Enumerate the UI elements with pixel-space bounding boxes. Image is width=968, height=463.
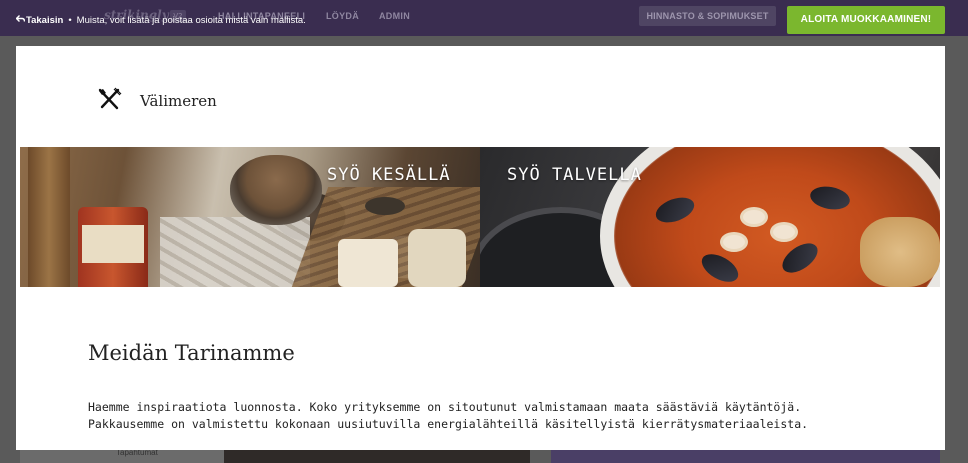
paper-image xyxy=(160,217,310,287)
back-arrow-icon[interactable] xyxy=(15,15,26,26)
background-image-middle xyxy=(224,450,530,463)
story-line: Pakkausemme on valmistettu kokonaan uusi… xyxy=(88,417,809,431)
notice-message: Muista, voit lisätä ja poistaa osioita m… xyxy=(76,15,306,26)
back-link[interactable]: Takaisin xyxy=(26,15,63,26)
cheese-image xyxy=(408,229,466,287)
story-line: Haemme inspiraatiota luonnosta. Koko yri… xyxy=(88,400,802,414)
site-brand[interactable]: Välimeren xyxy=(96,86,217,116)
jar-label-image xyxy=(82,225,144,263)
nav-discover[interactable]: LÖYDÄ xyxy=(326,11,359,21)
story-text: Haemme inspiraatiota luonnosta. Koko yri… xyxy=(88,399,908,433)
background-section-right xyxy=(551,450,940,463)
nav-admin[interactable]: ADMIN xyxy=(379,11,410,21)
story-title: Meidän Tarinamme xyxy=(88,341,295,365)
summer-image[interactable]: SYÖ KESÄLLÄ xyxy=(20,147,480,287)
separator-dot: • xyxy=(68,15,72,26)
site-name: Välimeren xyxy=(140,92,217,110)
squid-image xyxy=(720,232,748,252)
bowl-image xyxy=(230,155,322,225)
squid-image xyxy=(770,222,798,242)
template-preview: Välimeren SYÖ KESÄLLÄ SYÖ TALVELLA Meidä… xyxy=(16,46,945,450)
hero-gallery: SYÖ KESÄLLÄ SYÖ TALVELLA xyxy=(20,147,940,287)
pricing-button[interactable]: HINNASTO & SOPIMUKSET xyxy=(639,6,776,26)
summer-caption: SYÖ KESÄLLÄ xyxy=(327,165,451,185)
template-notice: Takaisin • Muista, voit lisätä ja poistaa … xyxy=(15,15,306,26)
winter-caption: SYÖ TALVELLA xyxy=(507,165,642,185)
bottle-image xyxy=(28,147,70,287)
background-section-left: Tapahtumat xyxy=(20,448,224,463)
stone-image xyxy=(365,197,405,215)
winter-image[interactable]: SYÖ TALVELLA xyxy=(480,147,940,287)
bread-image xyxy=(860,217,940,287)
start-editing-button[interactable]: ALOITA MUOKKAAMINEN! xyxy=(787,6,945,34)
cheese-image xyxy=(338,239,398,287)
squid-image xyxy=(740,207,768,227)
fork-knife-icon xyxy=(96,86,122,116)
